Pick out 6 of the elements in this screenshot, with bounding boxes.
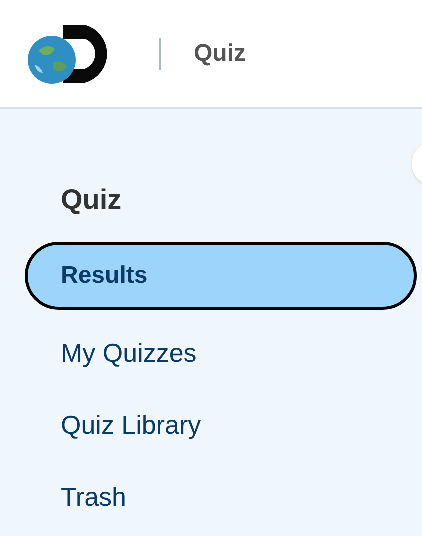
sidebar-item[interactable]: Quiz Library <box>25 396 417 454</box>
sidebar-item[interactable]: My Quizzes <box>25 324 417 382</box>
page-title: Quiz <box>194 38 246 68</box>
sidebar-heading: Quiz <box>61 183 123 217</box>
sidebar-item[interactable]: Results <box>25 242 417 310</box>
sidebar-item[interactable]: Trash <box>25 468 417 526</box>
